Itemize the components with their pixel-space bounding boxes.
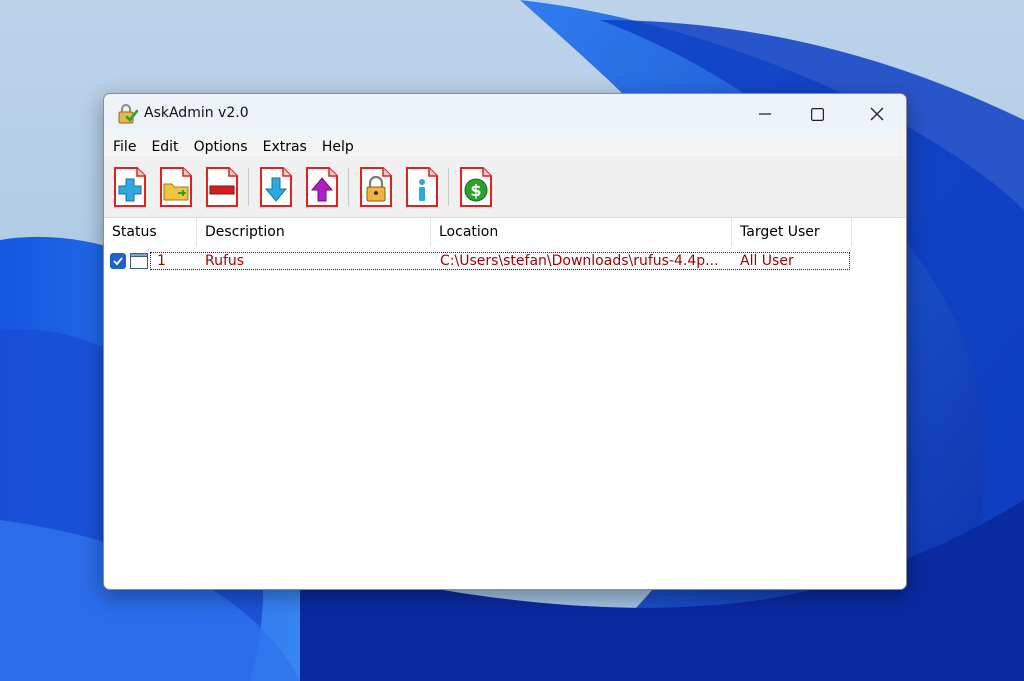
menu-extras[interactable]: Extras xyxy=(263,139,314,155)
table-row[interactable]: 1 Rufus C:\Users\stefan\Downloads\rufus-… xyxy=(150,252,850,270)
title-bar[interactable]: AskAdmin v2.0 xyxy=(104,94,906,134)
toolbar: $ xyxy=(104,159,906,218)
close-button[interactable] xyxy=(848,94,906,134)
row-index: 1 xyxy=(157,253,166,269)
menu-options[interactable]: Options xyxy=(194,139,255,155)
move-up-button[interactable] xyxy=(305,166,339,208)
add-folder-icon xyxy=(160,167,192,207)
row-checkbox[interactable] xyxy=(110,253,126,269)
row-location: C:\Users\stefan\Downloads\rufus-4.4p... xyxy=(440,253,719,269)
askadmin-window: AskAdmin v2.0 File Edit Options Extras H… xyxy=(103,93,907,590)
maximize-button[interactable] xyxy=(788,94,846,134)
info-button[interactable] xyxy=(405,166,439,208)
toolbar-separator xyxy=(248,168,249,206)
menu-bar: File Edit Options Extras Help xyxy=(104,134,906,159)
column-status[interactable]: Status xyxy=(104,218,197,246)
info-icon xyxy=(406,167,438,207)
close-icon xyxy=(870,107,884,121)
minimize-icon xyxy=(759,113,771,115)
menu-edit[interactable]: Edit xyxy=(151,139,185,155)
row-description: Rufus xyxy=(205,253,245,269)
menu-file[interactable]: File xyxy=(113,139,143,155)
remove-button[interactable] xyxy=(205,166,239,208)
add-folder-button[interactable] xyxy=(159,166,193,208)
column-target-user[interactable]: Target User xyxy=(732,218,852,246)
lock-button[interactable] xyxy=(359,166,393,208)
move-down-button[interactable] xyxy=(259,166,293,208)
app-lock-icon xyxy=(118,104,138,124)
remove-icon xyxy=(206,167,238,207)
maximize-icon xyxy=(810,107,824,121)
toolbar-separator xyxy=(448,168,449,206)
window-app-icon xyxy=(130,253,148,269)
column-location[interactable]: Location xyxy=(431,218,732,246)
program-list[interactable]: Status Description Location Target User … xyxy=(104,218,906,589)
minimize-button[interactable] xyxy=(736,94,794,134)
window-title: AskAdmin v2.0 xyxy=(144,105,249,121)
svg-text:$: $ xyxy=(470,181,481,200)
donate-icon: $ xyxy=(460,167,492,207)
checkmark-icon xyxy=(113,257,123,266)
column-description[interactable]: Description xyxy=(197,218,431,246)
donate-button[interactable]: $ xyxy=(459,166,493,208)
lock-icon xyxy=(360,167,392,207)
add-icon xyxy=(114,167,146,207)
row-target-user: All User xyxy=(740,253,794,269)
move-up-icon xyxy=(306,167,338,207)
list-header: Status Description Location Target User xyxy=(104,218,852,246)
menu-help[interactable]: Help xyxy=(322,139,361,155)
move-down-icon xyxy=(260,167,292,207)
toolbar-separator xyxy=(348,168,349,206)
add-button[interactable] xyxy=(113,166,147,208)
